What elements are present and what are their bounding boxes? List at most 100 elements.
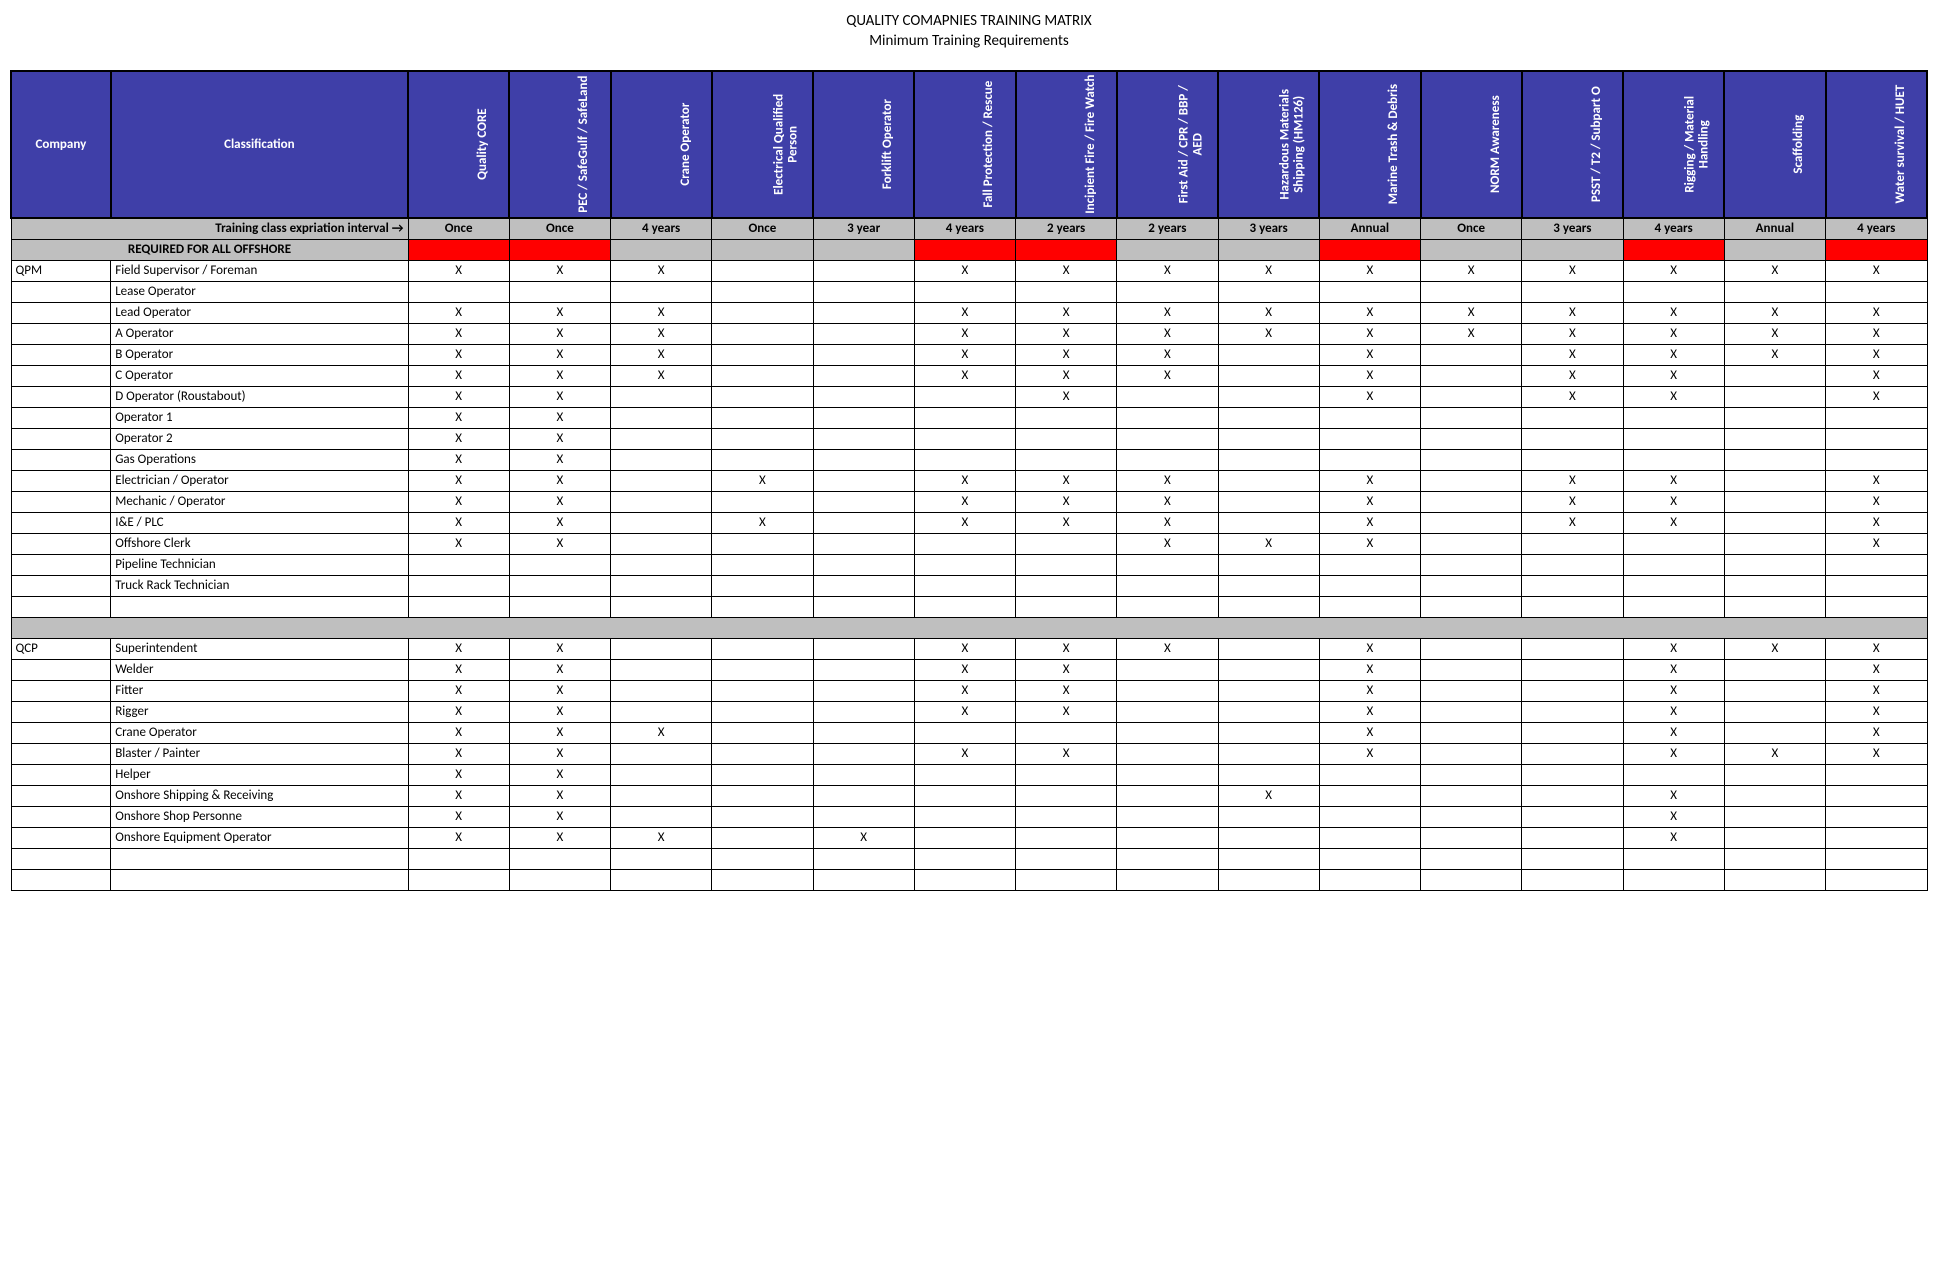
company-cell bbox=[11, 786, 111, 807]
mark-cell: X bbox=[611, 261, 712, 282]
mark-cell: X bbox=[1117, 303, 1218, 324]
mark-cell bbox=[1218, 702, 1319, 723]
mark-cell bbox=[1623, 555, 1724, 576]
table-row: Onshore Equipment OperatorXXXXX bbox=[11, 828, 1927, 849]
table-row: D Operator (Roustabout)XXXXXXX bbox=[11, 387, 1927, 408]
mark-cell bbox=[1117, 702, 1218, 723]
mark-cell: X bbox=[1421, 303, 1522, 324]
company-cell bbox=[11, 429, 111, 450]
mark-cell: X bbox=[1623, 639, 1724, 660]
mark-cell: X bbox=[1724, 639, 1825, 660]
mark-cell: X bbox=[1623, 660, 1724, 681]
mark-cell bbox=[712, 702, 813, 723]
mark-cell: X bbox=[914, 702, 1015, 723]
company-cell bbox=[11, 828, 111, 849]
mark-cell bbox=[1421, 639, 1522, 660]
mark-cell bbox=[1421, 534, 1522, 555]
mark-cell bbox=[1319, 408, 1420, 429]
mark-cell: X bbox=[509, 828, 610, 849]
company-cell bbox=[11, 765, 111, 786]
mark-cell bbox=[1724, 450, 1825, 471]
mark-cell: X bbox=[1421, 324, 1522, 345]
mark-cell: X bbox=[914, 303, 1015, 324]
mark-cell bbox=[712, 492, 813, 513]
mark-cell: X bbox=[408, 513, 509, 534]
mark-cell bbox=[1016, 282, 1117, 303]
company-cell bbox=[11, 660, 111, 681]
mark-cell bbox=[1522, 786, 1623, 807]
header-training-2: Crane Operator bbox=[611, 71, 712, 218]
required-7 bbox=[1117, 240, 1218, 261]
mark-cell bbox=[611, 450, 712, 471]
mark-cell: X bbox=[1319, 744, 1420, 765]
mark-cell: X bbox=[408, 450, 509, 471]
mark-cell bbox=[1218, 723, 1319, 744]
classification-cell bbox=[111, 870, 408, 891]
mark-cell: X bbox=[1319, 261, 1420, 282]
mark-cell bbox=[712, 345, 813, 366]
classification-cell: B Operator bbox=[111, 345, 408, 366]
mark-cell bbox=[712, 450, 813, 471]
mark-cell bbox=[611, 408, 712, 429]
mark-cell bbox=[1724, 786, 1825, 807]
mark-cell: X bbox=[1319, 303, 1420, 324]
mark-cell: X bbox=[408, 807, 509, 828]
mark-cell bbox=[712, 282, 813, 303]
mark-cell: X bbox=[914, 345, 1015, 366]
mark-cell bbox=[1522, 597, 1623, 618]
mark-cell bbox=[611, 681, 712, 702]
mark-cell bbox=[1522, 576, 1623, 597]
mark-cell: X bbox=[1016, 702, 1117, 723]
mark-cell: X bbox=[914, 492, 1015, 513]
mark-cell: X bbox=[509, 261, 610, 282]
mark-cell bbox=[813, 807, 914, 828]
mark-cell bbox=[914, 597, 1015, 618]
mark-cell bbox=[1522, 555, 1623, 576]
mark-cell bbox=[914, 429, 1015, 450]
mark-cell bbox=[509, 555, 610, 576]
mark-cell bbox=[1319, 807, 1420, 828]
table-row: Onshore Shop PersonneXXX bbox=[11, 807, 1927, 828]
mark-cell: X bbox=[1319, 702, 1420, 723]
mark-cell bbox=[1117, 870, 1218, 891]
mark-cell bbox=[914, 576, 1015, 597]
mark-cell bbox=[914, 387, 1015, 408]
mark-cell: X bbox=[1016, 681, 1117, 702]
required-6 bbox=[1016, 240, 1117, 261]
mark-cell: X bbox=[1826, 639, 1928, 660]
mark-cell bbox=[712, 765, 813, 786]
mark-cell bbox=[813, 849, 914, 870]
mark-cell: X bbox=[1218, 534, 1319, 555]
mark-cell bbox=[1016, 786, 1117, 807]
mark-cell: X bbox=[408, 744, 509, 765]
mark-cell bbox=[1421, 408, 1522, 429]
table-row: B OperatorXXXXXXXXXXX bbox=[11, 345, 1927, 366]
mark-cell: X bbox=[1826, 345, 1928, 366]
mark-cell bbox=[813, 345, 914, 366]
mark-cell: X bbox=[712, 471, 813, 492]
table-row bbox=[11, 597, 1927, 618]
title-block: QUALITY COMAPNIES TRAINING MATRIX Minimu… bbox=[10, 12, 1928, 50]
table-row: Lease Operator bbox=[11, 282, 1927, 303]
mark-cell bbox=[813, 408, 914, 429]
mark-cell bbox=[1421, 576, 1522, 597]
mark-cell bbox=[1016, 723, 1117, 744]
mark-cell: X bbox=[1319, 366, 1420, 387]
mark-cell bbox=[712, 639, 813, 660]
company-cell bbox=[11, 450, 111, 471]
mark-cell: X bbox=[408, 324, 509, 345]
classification-cell: Operator 1 bbox=[111, 408, 408, 429]
mark-cell: X bbox=[509, 366, 610, 387]
mark-cell: X bbox=[1623, 324, 1724, 345]
mark-cell: X bbox=[914, 513, 1015, 534]
mark-cell bbox=[1117, 576, 1218, 597]
table-row: QCPSuperintendentXXXXXXXXX bbox=[11, 639, 1927, 660]
header-training-0: Quality CORE bbox=[408, 71, 509, 218]
mark-cell bbox=[1218, 408, 1319, 429]
mark-cell bbox=[1117, 786, 1218, 807]
mark-cell: X bbox=[1117, 492, 1218, 513]
mark-cell: X bbox=[1623, 807, 1724, 828]
mark-cell bbox=[1421, 870, 1522, 891]
header-training-1: PEC / SafeGulf / SafeLand bbox=[509, 71, 610, 218]
required-3 bbox=[712, 240, 813, 261]
